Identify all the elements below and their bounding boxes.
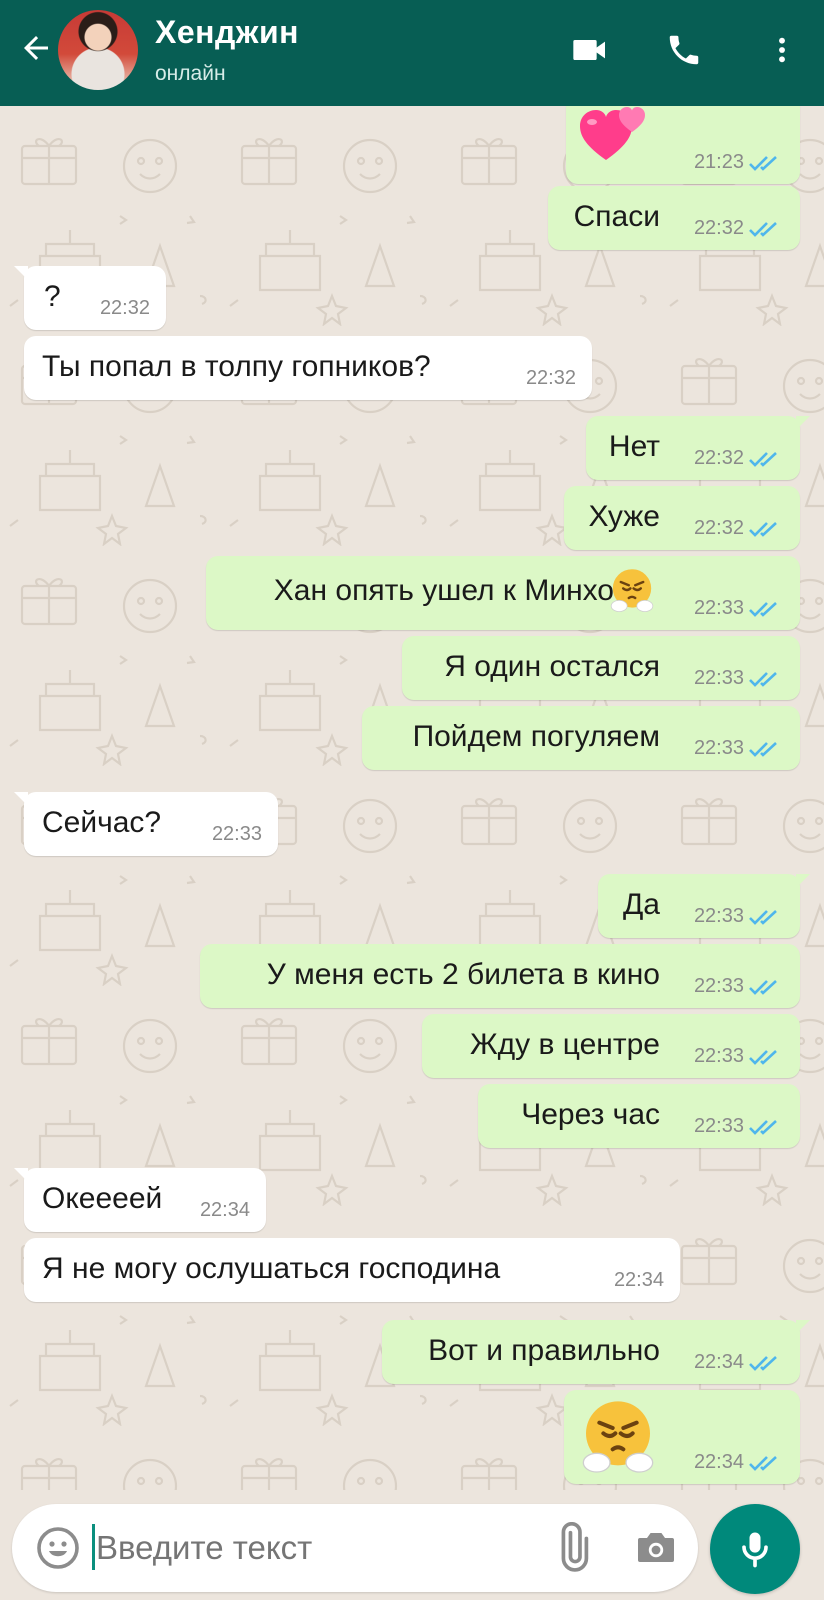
- message-time: 22:34: [199, 1199, 250, 1221]
- message-time: 22:33: [693, 975, 744, 997]
- message-incoming[interactable]: Ты попал в толпу гопников? 22:32: [24, 336, 592, 400]
- message-text: Пойдем погуляем: [412, 720, 660, 753]
- message-time: 22:33: [693, 1045, 744, 1067]
- contact-status: онлайн: [155, 62, 226, 85]
- message-text: Да: [622, 888, 660, 921]
- camera-button[interactable]: [632, 1524, 680, 1572]
- message-text: ?: [44, 280, 61, 313]
- read-receipt-icon: [749, 1356, 777, 1371]
- message-time: 22:32: [525, 367, 576, 389]
- message-time: 22:33: [693, 1115, 744, 1137]
- menu-button[interactable]: [760, 28, 804, 72]
- message-time: 22:32: [693, 517, 744, 539]
- read-receipt-icon: [749, 980, 777, 995]
- read-receipt-icon: [749, 156, 777, 171]
- read-receipt-icon: [749, 1456, 777, 1471]
- message-time: 22:33: [693, 597, 744, 619]
- message-time: 22:34: [693, 1351, 744, 1373]
- message-incoming[interactable]: Я не могу ослушаться господина 22:34: [24, 1238, 680, 1302]
- message-time: 22:32: [693, 447, 744, 469]
- message-outgoing[interactable]: 22:34: [564, 1390, 800, 1484]
- message-outgoing[interactable]: Через час 22:33: [478, 1084, 800, 1148]
- message-composer[interactable]: [12, 1504, 698, 1592]
- camera-icon: [638, 1533, 674, 1562]
- more-vert-icon: [779, 37, 785, 63]
- message-outgoing[interactable]: У меня есть 2 билета в кино 22:33: [200, 944, 800, 1008]
- arrow-left-icon: [24, 36, 48, 60]
- steam-from-nose-emoji: [610, 569, 654, 612]
- message-input[interactable]: [96, 1522, 516, 1574]
- message-outgoing[interactable]: Хан опять ушел к Минхо 22:33: [206, 556, 800, 630]
- message-text: У меня есть 2 билета в кино: [266, 958, 660, 991]
- message-incoming[interactable]: Сейчас? 22:33: [14, 792, 278, 856]
- message-text: Спаси: [573, 200, 660, 233]
- contact-name[interactable]: Хенджин: [155, 14, 299, 51]
- message-time: 22:32: [99, 297, 150, 319]
- message-time: 22:34: [613, 1269, 664, 1291]
- message-outgoing[interactable]: Нет 22:32: [586, 416, 810, 480]
- back-button[interactable]: [14, 26, 58, 70]
- message-text: Я не могу ослушаться господина: [42, 1252, 501, 1285]
- read-receipt-icon: [749, 222, 777, 237]
- contact-avatar[interactable]: [58, 10, 138, 90]
- message-outgoing[interactable]: Пойдем погуляем 22:33: [362, 706, 800, 770]
- chat-header: Хенджин онлайн: [0, 0, 824, 106]
- read-receipt-icon: [749, 1050, 777, 1065]
- message-outgoing[interactable]: Спаси 22:32: [548, 186, 800, 250]
- message-incoming[interactable]: ? 22:32: [14, 266, 166, 330]
- text-cursor: [92, 1524, 95, 1570]
- read-receipt-icon: [749, 742, 777, 757]
- video-call-button[interactable]: [568, 28, 612, 72]
- message-text: Ты попал в толпу гопников?: [42, 350, 431, 383]
- message-time: 21:23: [693, 151, 744, 173]
- message-text: Хан опять ушел к Минхо: [273, 574, 614, 607]
- mic-icon: [742, 1532, 768, 1568]
- message-time: 22:33: [211, 823, 262, 845]
- message-time: 22:32: [693, 217, 744, 239]
- attach-button[interactable]: [546, 1522, 598, 1574]
- voice-call-button[interactable]: [662, 28, 706, 72]
- message-outgoing[interactable]: 21:23: [566, 106, 800, 184]
- message-outgoing[interactable]: Жду в центре 22:33: [422, 1014, 800, 1078]
- message-time: 22:33: [693, 905, 744, 927]
- message-outgoing[interactable]: Я один остался 22:33: [402, 636, 800, 700]
- smiley-icon: [37, 1527, 79, 1569]
- message-incoming[interactable]: Океееей 22:34: [14, 1168, 266, 1232]
- read-receipt-icon: [749, 452, 777, 467]
- message-text: Через час: [521, 1098, 660, 1131]
- read-receipt-icon: [749, 602, 777, 617]
- read-receipt-icon: [749, 672, 777, 687]
- message-outgoing[interactable]: Да 22:33: [598, 874, 810, 938]
- read-receipt-icon: [749, 910, 777, 925]
- message-outgoing[interactable]: Вот и правильно 22:34: [382, 1320, 810, 1384]
- phone-icon: [669, 35, 699, 65]
- voice-message-button[interactable]: [710, 1504, 800, 1594]
- message-time: 22:33: [693, 737, 744, 759]
- message-text: Я один остался: [444, 650, 660, 683]
- message-time: 22:34: [693, 1451, 744, 1473]
- message-outgoing[interactable]: Хуже 22:32: [564, 486, 800, 550]
- read-receipt-icon: [749, 1120, 777, 1135]
- message-text: Жду в центре: [469, 1028, 660, 1061]
- two-hearts-emoji: [580, 107, 645, 160]
- message-time: 22:33: [693, 667, 744, 689]
- message-text: Океееей: [42, 1182, 163, 1215]
- video-call-icon: [573, 40, 605, 60]
- message-text: Сейчас?: [42, 806, 162, 839]
- emoji-button[interactable]: [34, 1524, 82, 1572]
- paperclip-icon: [561, 1522, 589, 1572]
- steam-from-nose-emoji: [582, 1401, 654, 1473]
- message-text: Нет: [608, 430, 660, 463]
- message-text: Хуже: [588, 500, 660, 533]
- read-receipt-icon: [749, 522, 777, 537]
- chat-area[interactable]: 21:23 Спаси 22:32 ? 22:32 Ты попал в тол…: [0, 106, 824, 1490]
- message-text: Вот и правильно: [428, 1334, 660, 1367]
